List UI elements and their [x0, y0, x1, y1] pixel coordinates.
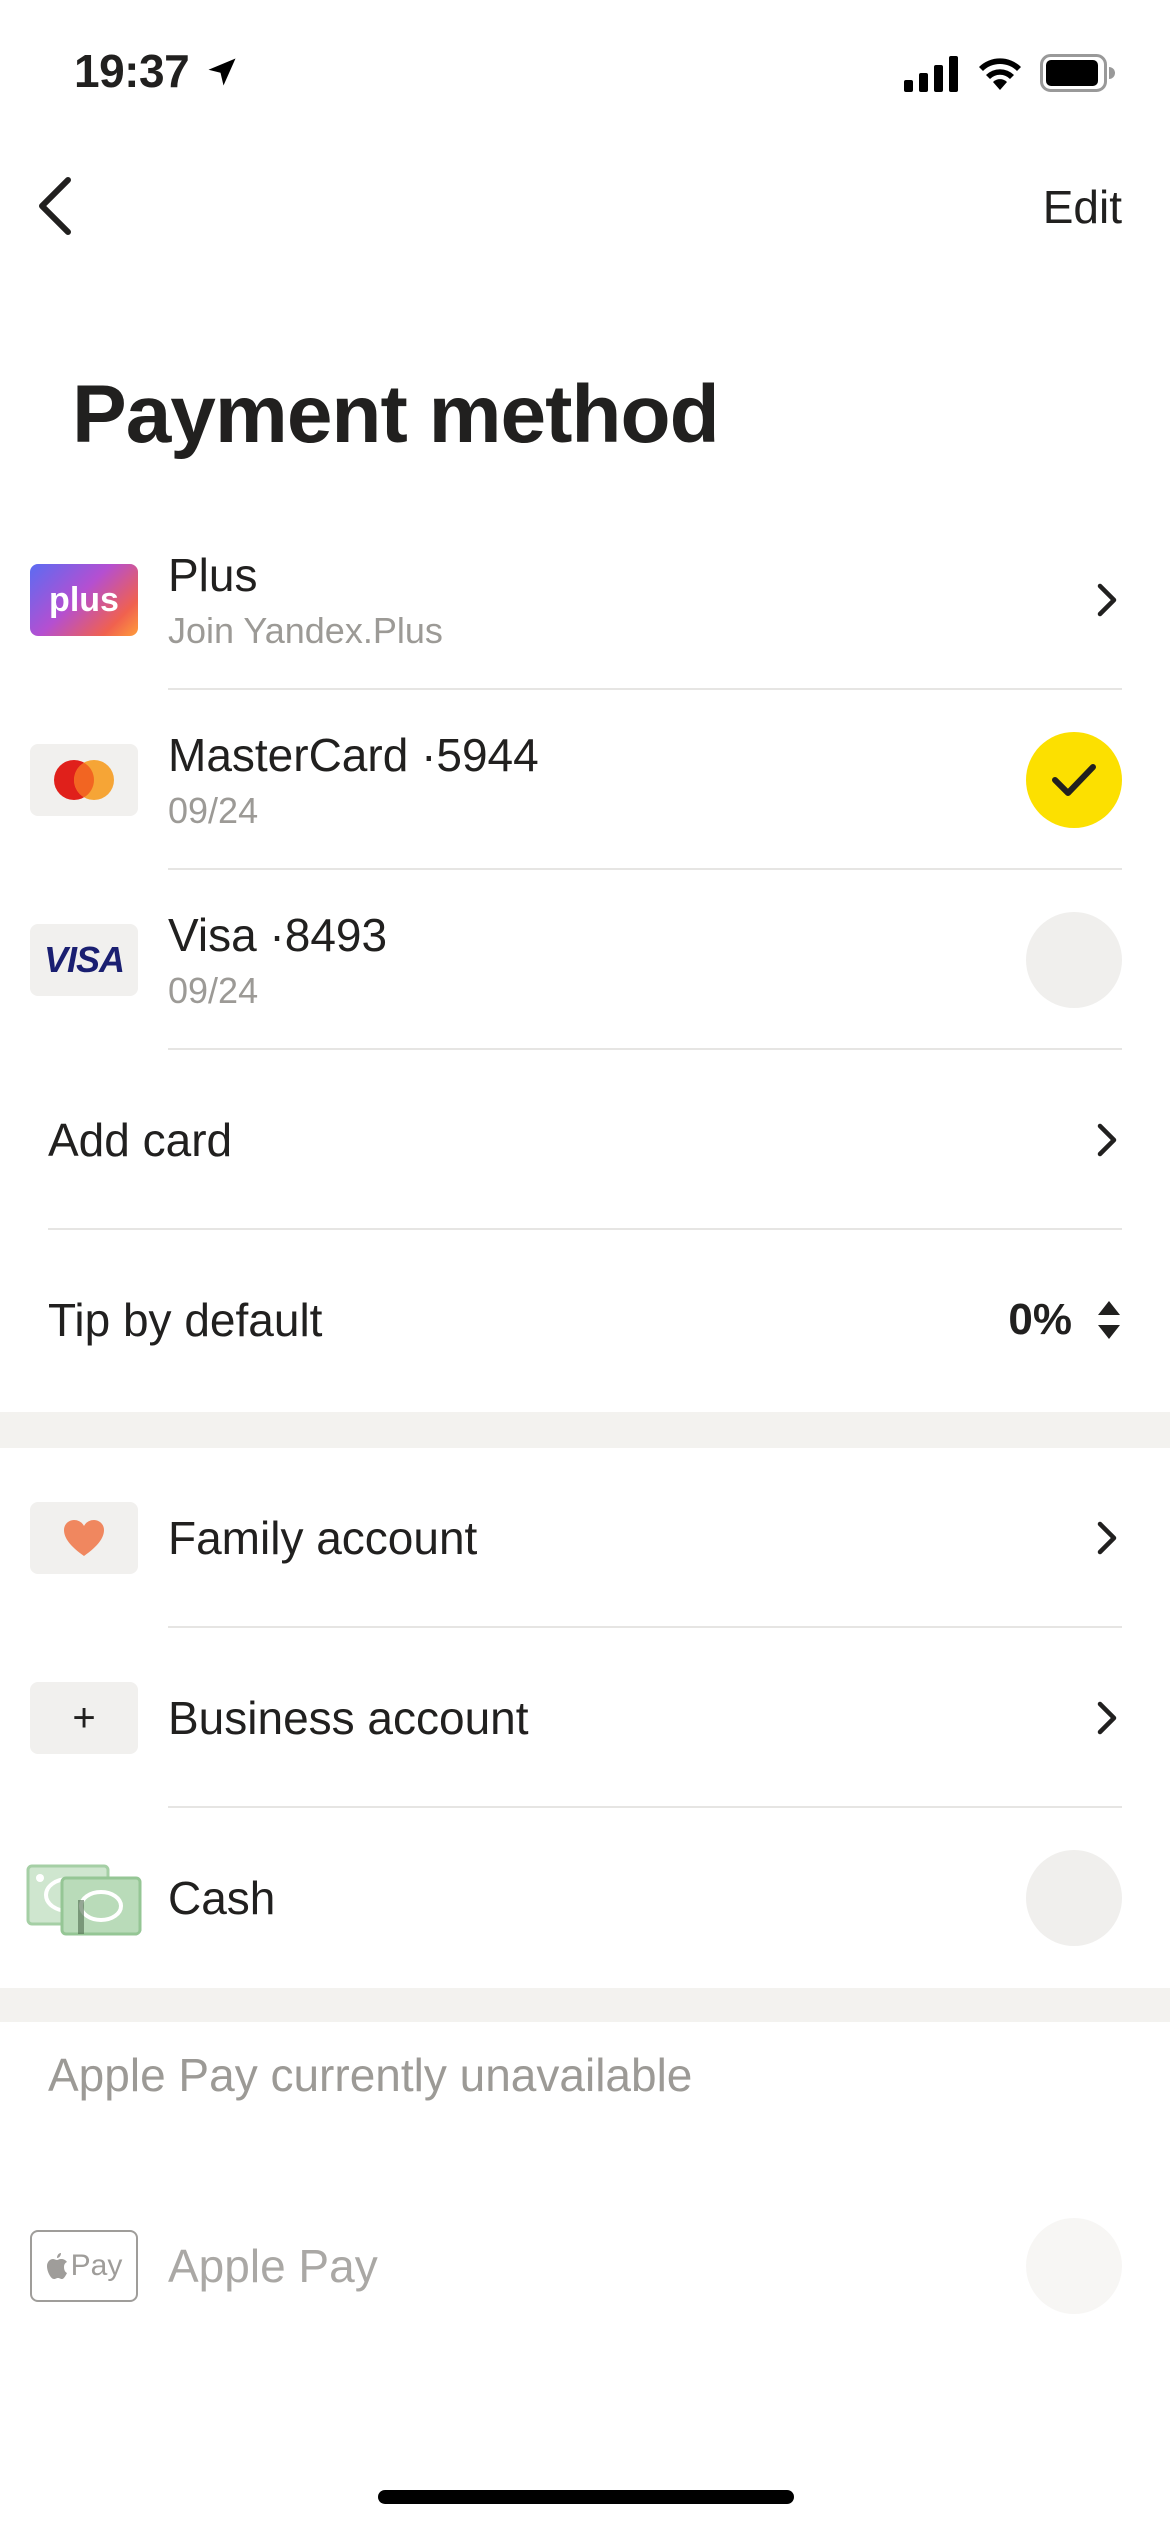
card-title: MasterCard ·5944 — [168, 729, 539, 781]
back-button[interactable] — [18, 170, 90, 242]
plus-logo: plus — [30, 564, 138, 636]
mastercard-logo-icon — [30, 744, 138, 816]
account-title: Family account — [168, 1512, 478, 1564]
chevron-right-icon — [1097, 1123, 1117, 1157]
apple-pay-unavailable-notice: Apple Pay currently unavailable — [48, 2049, 693, 2101]
chevron-right-icon — [1097, 1701, 1117, 1735]
page-title: Payment method — [72, 369, 720, 460]
cellular-signal-icon — [904, 56, 958, 92]
business-account-row[interactable]: + Business account — [0, 1628, 1170, 1808]
cash-row[interactable]: Cash — [0, 1808, 1170, 1988]
family-account-row[interactable]: Family account — [0, 1448, 1170, 1628]
home-indicator — [378, 2490, 794, 2504]
card-row-visa[interactable]: VISA Visa ·8493 09/24 — [0, 870, 1170, 1050]
cash-icon — [26, 1860, 142, 1936]
status-bar: 19:37 — [0, 0, 1170, 150]
chevron-right-icon — [1097, 1521, 1117, 1555]
plus-subtitle: Join Yandex.Plus — [168, 610, 443, 651]
tip-value: 0% — [1008, 1295, 1072, 1344]
plus-icon: + — [30, 1682, 138, 1754]
wifi-icon — [979, 58, 1021, 90]
visa-logo: VISA — [30, 924, 138, 996]
tip-label: Tip by default — [48, 1294, 323, 1346]
selected-radio[interactable] — [1026, 732, 1122, 828]
section-separator — [0, 1412, 1170, 1448]
card-expiry: 09/24 — [168, 790, 259, 831]
cash-title: Cash — [168, 1872, 276, 1924]
section-separator — [0, 1988, 1170, 2022]
plus-title: Plus — [168, 549, 258, 601]
chevron-right-icon — [1097, 583, 1117, 617]
battery-icon — [1040, 54, 1115, 92]
heart-icon — [30, 1502, 138, 1574]
add-card-label: Add card — [48, 1114, 233, 1166]
apple-pay-title: Apple Pay — [168, 2240, 378, 2292]
disabled-radio — [1026, 2218, 1122, 2314]
add-card-row[interactable]: Add card — [0, 1050, 1170, 1230]
status-time: 19:37 — [74, 45, 190, 97]
apple-icon — [46, 2253, 67, 2279]
card-title: Visa ·8493 — [168, 909, 388, 961]
account-title: Business account — [168, 1692, 529, 1744]
card-expiry: 09/24 — [168, 970, 259, 1011]
edit-button[interactable]: Edit — [1043, 180, 1122, 234]
apple-pay-logo: Pay — [30, 2230, 138, 2302]
plus-row[interactable]: plus Plus Join Yandex.Plus — [0, 510, 1170, 690]
checkmark-icon — [1052, 764, 1096, 796]
apple-pay-logo-text: Pay — [70, 2249, 123, 2282]
tip-row[interactable]: Tip by default 0% — [0, 1230, 1170, 1410]
unselected-radio[interactable] — [1026, 912, 1122, 1008]
location-arrow-icon — [208, 58, 236, 86]
unselected-radio[interactable] — [1026, 1850, 1122, 1946]
sort-arrows-icon[interactable] — [1096, 1297, 1122, 1343]
chevron-left-icon — [39, 177, 71, 235]
apple-pay-row: Pay Apple Pay — [0, 2176, 1170, 2356]
card-row-mastercard[interactable]: MasterCard ·5944 09/24 — [0, 690, 1170, 870]
